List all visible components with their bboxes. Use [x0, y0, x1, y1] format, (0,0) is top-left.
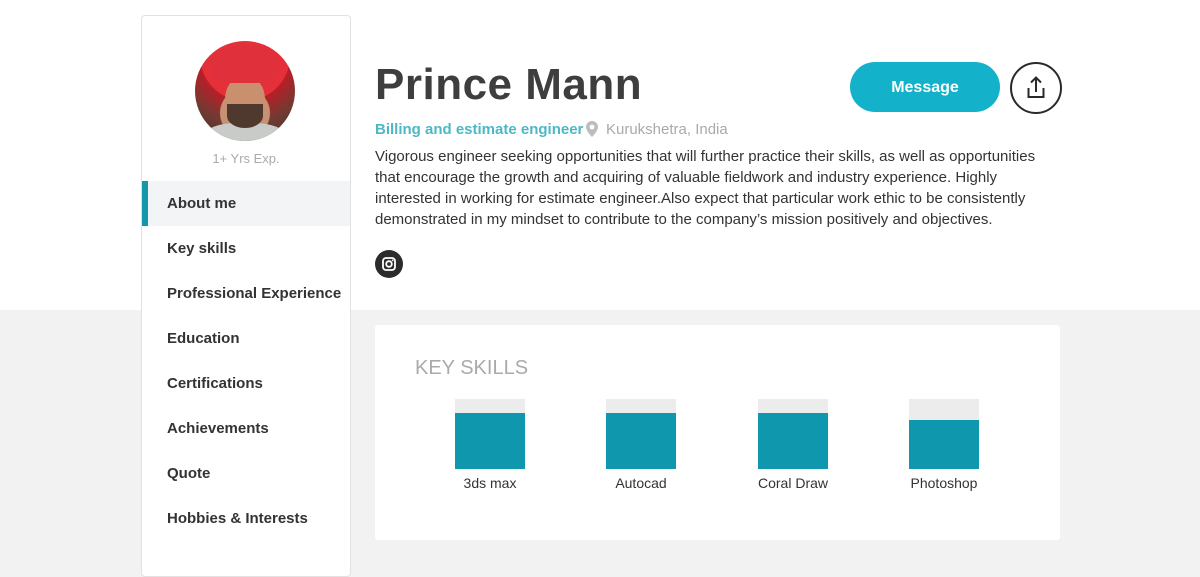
skills-title: KEY SKILLS [415, 357, 529, 379]
sidebar-item-key-skills[interactable]: Key skills [142, 226, 350, 271]
skill-bar-track [909, 399, 979, 469]
skill-bar-track [758, 399, 828, 469]
skill-bar-track [606, 399, 676, 469]
sidebar-menu: About me Key skills Professional Experie… [142, 181, 350, 541]
sidebar-item-achievements[interactable]: Achievements [142, 406, 350, 451]
skill-label: Coral Draw [757, 475, 828, 491]
message-button[interactable]: Message [850, 62, 1000, 112]
skill-label: Autocad [615, 475, 667, 491]
skill-bar-fill [455, 413, 525, 469]
profile-bio: Vigorous engineer seeking opportunities … [375, 148, 1036, 228]
skill-label: Photoshop [910, 475, 978, 491]
experience-text: 1+ Yrs Exp. [212, 151, 280, 166]
profile-role: Billing and estimate engineer [375, 121, 584, 138]
share-icon [1027, 76, 1045, 98]
key-skills-card: KEY SKILLS 3ds max Autocad Coral Draw Photo… [375, 325, 1060, 540]
sidebar-item-certifications[interactable]: Certifications [142, 361, 350, 406]
sidebar-item-about-me[interactable]: About me [142, 181, 350, 226]
skill-bar-fill [758, 413, 828, 469]
profile-name: Prince Mann [375, 60, 643, 109]
skill-bar-track [455, 399, 525, 469]
skill-bar-fill [909, 420, 979, 469]
skill-item: 3ds max [435, 399, 545, 491]
skill-item: Autocad [586, 399, 696, 491]
sidebar-item-quote[interactable]: Quote [142, 451, 350, 496]
profile-sidebar: 1+ Yrs Exp. About me Key skills Professi… [141, 15, 351, 577]
skill-bar-fill [606, 413, 676, 469]
sidebar-item-hobbies-interests[interactable]: Hobbies & Interests [142, 496, 350, 541]
skill-item: Coral Draw [738, 399, 848, 491]
share-button[interactable] [1010, 62, 1062, 114]
skill-label: 3ds max [463, 475, 517, 491]
instagram-icon[interactable] [375, 250, 403, 278]
avatar [195, 41, 295, 141]
profile-location: Kurukshetra, India [606, 121, 728, 138]
skill-item: Photoshop [889, 399, 999, 491]
sidebar-item-professional-experience[interactable]: Professional Experience [142, 271, 350, 316]
location-pin-icon [586, 121, 598, 137]
sidebar-item-education[interactable]: Education [142, 316, 350, 361]
